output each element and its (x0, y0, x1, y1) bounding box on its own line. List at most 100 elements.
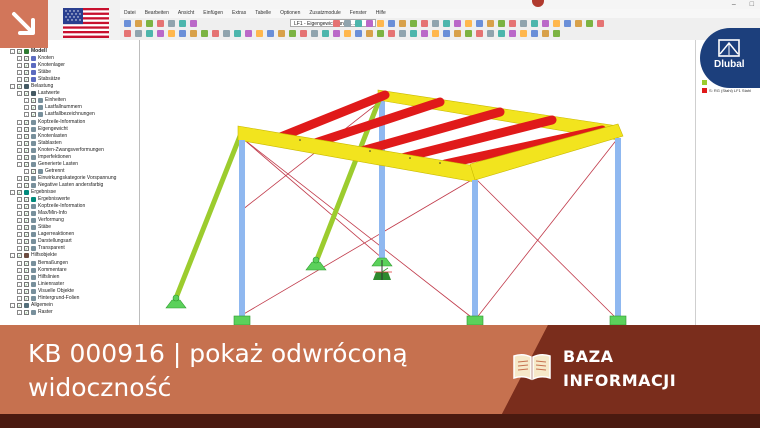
toolbar-button[interactable] (531, 30, 538, 37)
expand-toggle-icon[interactable]: - (10, 253, 15, 259)
toolbar-button[interactable] (388, 30, 395, 37)
tree-item[interactable]: - ✓ Stäbe (17, 224, 51, 231)
expand-toggle-icon[interactable]: - (17, 63, 22, 69)
toolbar-button[interactable] (454, 20, 461, 27)
menu-item[interactable]: Bearbeiten (145, 9, 169, 18)
visibility-checkbox[interactable]: ✓ (24, 309, 29, 315)
visibility-checkbox[interactable]: ✓ (24, 175, 29, 181)
tree-item[interactable]: - ✓ Linienraster (17, 281, 64, 288)
expand-toggle-icon[interactable]: - (17, 77, 22, 83)
expand-toggle-icon[interactable]: - (17, 147, 22, 153)
visibility-checkbox[interactable]: ✓ (24, 225, 29, 231)
toolbar-button[interactable] (542, 30, 549, 37)
toolbar-button[interactable] (300, 30, 307, 37)
visibility-checkbox[interactable]: ✓ (24, 77, 29, 83)
toolbar-button[interactable] (476, 20, 483, 27)
toolbar-button[interactable] (135, 30, 142, 37)
tree-item[interactable]: - ✓ Stablasten (17, 140, 62, 147)
visibility-checkbox[interactable]: ✓ (24, 140, 29, 146)
expand-toggle-icon[interactable]: - (17, 281, 22, 287)
toolbar-button[interactable] (498, 30, 505, 37)
expand-toggle-icon[interactable]: - (10, 302, 15, 308)
toolbar-button[interactable] (168, 30, 175, 37)
visibility-checkbox[interactable]: ✓ (17, 302, 22, 308)
visibility-checkbox[interactable]: ✓ (24, 91, 29, 97)
visibility-checkbox[interactable]: ✓ (24, 281, 29, 287)
expand-toggle-icon[interactable]: - (17, 154, 22, 160)
visibility-checkbox[interactable]: ✓ (24, 211, 29, 217)
visibility-checkbox[interactable]: ✓ (24, 197, 29, 203)
visibility-checkbox[interactable]: ✓ (24, 288, 29, 294)
toolbar-button[interactable] (476, 30, 483, 37)
toolbar-button[interactable] (168, 20, 175, 27)
menu-item[interactable]: Optionen (280, 9, 300, 18)
minimize-icon[interactable]: – (732, 0, 736, 9)
toolbar-button[interactable] (432, 20, 439, 27)
toolbar-button[interactable] (443, 30, 450, 37)
toolbar-button[interactable] (355, 30, 362, 37)
tree-item[interactable]: - ✓ Modell (10, 48, 47, 55)
toolbar-button[interactable] (234, 30, 241, 37)
toolbar-button[interactable] (179, 30, 186, 37)
visibility-checkbox[interactable]: ✓ (24, 260, 29, 266)
visibility-checkbox[interactable]: ✓ (24, 119, 29, 125)
visibility-checkbox[interactable]: ✓ (24, 56, 29, 62)
toolbar-button[interactable] (564, 20, 571, 27)
toolbar-button[interactable] (333, 30, 340, 37)
tree-item[interactable]: - ✓ Lagerreaktionen (17, 231, 74, 238)
expand-toggle-icon[interactable]: - (10, 49, 15, 54)
tree-item[interactable]: - ✓ Knoten (17, 55, 54, 62)
visibility-checkbox[interactable]: ✓ (17, 49, 22, 54)
toolbar-button[interactable] (553, 20, 560, 27)
toolbar-button[interactable] (267, 30, 274, 37)
visibility-checkbox[interactable]: ✓ (24, 239, 29, 245)
tree-item[interactable]: - ✓ Einheiten (24, 97, 66, 104)
visibility-checkbox[interactable]: ✓ (24, 147, 29, 153)
toolbar-button[interactable] (377, 20, 384, 27)
tree-item[interactable]: - ✓ Hilfslinien (17, 274, 59, 281)
expand-toggle-icon[interactable]: - (17, 225, 22, 231)
expand-toggle-icon[interactable]: - (17, 197, 22, 203)
visibility-checkbox[interactable]: ✓ (24, 267, 29, 273)
tree-item[interactable]: - ✓ Knotenlasten (17, 133, 67, 140)
toolbar-button[interactable] (201, 30, 208, 37)
toolbar-button[interactable] (366, 20, 373, 27)
tree-item[interactable]: - ✓ Knotenlager (17, 62, 65, 69)
tree-item[interactable]: - ✓ Ergebniswerte (17, 196, 70, 203)
toolbar-button[interactable] (520, 20, 527, 27)
expand-toggle-icon[interactable]: - (24, 168, 29, 174)
toolbar-button[interactable] (366, 30, 373, 37)
expand-toggle-icon[interactable]: - (17, 211, 22, 217)
tree-item[interactable]: - ✓ Getrennt (24, 168, 64, 175)
expand-toggle-icon[interactable]: - (17, 274, 22, 280)
model-viewport[interactable] (140, 40, 695, 325)
visibility-checkbox[interactable]: ✓ (31, 168, 36, 174)
expand-toggle-icon[interactable]: - (24, 105, 29, 111)
tree-item[interactable]: - ✓ Kommentare (17, 267, 67, 274)
toolbar-button[interactable] (344, 20, 351, 27)
toolbar-button[interactable] (597, 20, 604, 27)
expand-toggle-icon[interactable]: - (17, 204, 22, 210)
expand-toggle-icon[interactable]: - (17, 119, 22, 125)
toolbar-button[interactable] (157, 30, 164, 37)
maximize-icon[interactable]: □ (750, 0, 754, 9)
toolbar-button[interactable] (487, 30, 494, 37)
expand-toggle-icon[interactable]: - (17, 267, 22, 273)
toolbar-button[interactable] (146, 20, 153, 27)
tree-item[interactable]: - ✓ Generierte Lasten (17, 161, 78, 168)
toolbar-button[interactable] (575, 20, 582, 27)
expand-toggle-icon[interactable]: - (17, 133, 22, 139)
visibility-checkbox[interactable]: ✓ (31, 112, 36, 118)
visibility-checkbox[interactable]: ✓ (24, 204, 29, 210)
toolbar-button[interactable] (333, 20, 340, 27)
tree-item[interactable]: - ✓ Lastfallnummern (24, 104, 82, 111)
visibility-checkbox[interactable]: ✓ (24, 274, 29, 280)
toolbar-button[interactable] (465, 30, 472, 37)
toolbar-button[interactable] (553, 30, 560, 37)
visibility-checkbox[interactable]: ✓ (17, 84, 22, 90)
toolbar-button[interactable] (289, 30, 296, 37)
toolbar-button[interactable] (190, 20, 197, 27)
tree-item[interactable]: - ✓ Visuelle Objekte (17, 288, 74, 295)
tree-item[interactable]: - ✓ Kopfzeile-Information (17, 203, 85, 210)
toolbar-button[interactable] (355, 20, 362, 27)
